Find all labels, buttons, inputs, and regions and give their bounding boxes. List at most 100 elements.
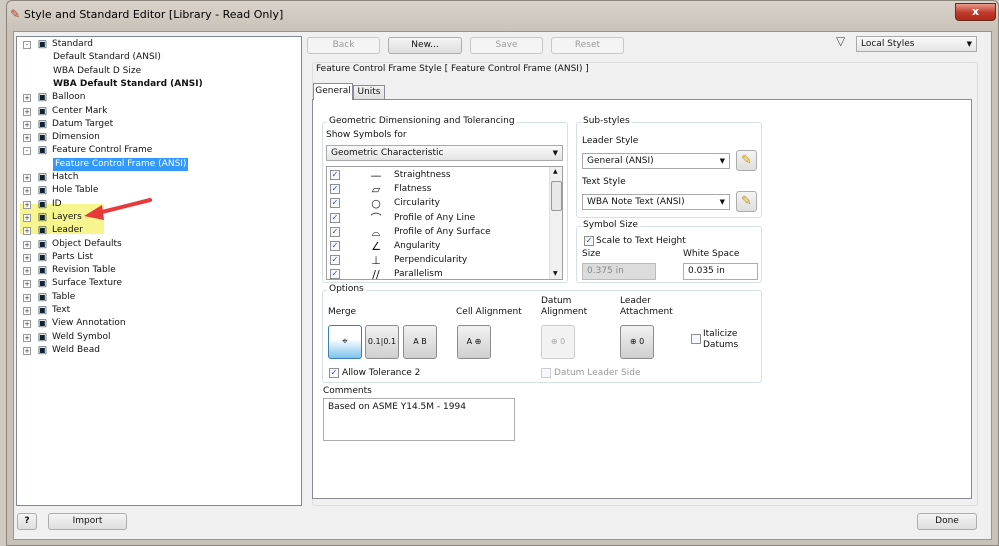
expand-icon[interactable]: + [23,94,31,103]
merge-horizontal-button[interactable]: ⌖ [328,325,362,359]
symbol-checkbox[interactable]: ✓ [330,212,340,223]
edit-text-style-pencil-icon[interactable]: ✎ [736,191,757,212]
symbol-row[interactable]: ✓ ∠ Angularity [327,240,547,254]
leader-attachment-button[interactable]: ⊕ 0 [620,325,654,359]
symbol-glyph-icon: ⌒ [370,211,382,225]
leader-icon: ▣ [37,225,48,237]
symbol-row[interactable]: ✓ ▱ Flatness [327,183,547,197]
scroll-up-icon[interactable]: ▲ [553,168,558,175]
italicize-datums-checkbox[interactable] [691,334,701,344]
symbol-label: Angularity [394,241,441,251]
back-button[interactable]: Back [307,37,380,54]
symbol-checkbox[interactable]: ✓ [330,226,340,237]
tree-item-label: Text [52,305,71,315]
close-button[interactable]: x [955,3,996,21]
tab-general[interactable]: General [313,83,353,100]
symbol-checkbox[interactable]: ✓ [330,170,340,180]
scroll-down-icon[interactable]: ▼ [553,270,558,277]
scale-to-text-height-checkbox[interactable]: ✓ [584,236,594,246]
expand-icon[interactable]: + [23,280,31,289]
collapse-icon[interactable]: - [23,147,31,156]
window-title: Style and Standard Editor [Library - Rea… [24,8,284,21]
filter-icon[interactable]: ▽ [836,34,845,48]
expand-icon[interactable]: + [23,213,31,222]
symbols-scrollbar[interactable]: ▲ ▼ [549,167,562,279]
scroll-thumb[interactable] [551,181,562,211]
symbol-row[interactable]: ✓ ⊥ Perpendicularity [327,254,547,268]
symbol-checkbox[interactable]: ✓ [330,184,340,195]
options-label: Options [327,284,366,294]
symbol-row[interactable]: ✓ ⌒ Profile of Any Line [327,212,547,226]
tab-units[interactable]: Units [353,85,385,99]
expand-icon[interactable]: + [23,253,31,262]
new-button[interactable]: New... [388,37,462,54]
expand-icon[interactable]: + [23,187,31,196]
expand-icon[interactable]: + [23,227,31,236]
tree-item-label: Hole Table [52,185,99,196]
allow-tolerance-2-label: Allow Tolerance 2 [342,368,421,378]
expand-icon[interactable]: + [23,346,31,355]
style-filter-dropdown[interactable]: Local Styles ▼ [856,36,977,52]
tree-item-label: Parts List [52,251,94,262]
style-title: Feature Control Frame Style [ Feature Co… [314,64,591,74]
expand-icon[interactable]: + [23,320,31,329]
expand-icon[interactable]: + [23,174,31,182]
symbol-label: Profile of Any Surface [394,226,491,237]
show-symbols-label: Show Symbols for [326,130,407,140]
leader-attachment-label: Leader Attachment [620,296,673,317]
size-label: Size [582,249,601,259]
datum-leader-side-checkbox[interactable] [541,368,551,378]
text-style-value: WBA Note Text (ANSI) [587,197,685,207]
tree-item-label: Surface Texture [52,278,123,289]
done-button[interactable]: Done [917,513,977,530]
expand-icon[interactable]: + [23,307,31,315]
size-input[interactable]: 0.375 in [582,263,656,280]
expand-icon[interactable]: + [23,333,31,342]
hole-table-icon: ▣ [37,185,48,197]
datum-alignment-button[interactable]: ⊕ 0 [541,325,575,359]
expand-icon[interactable]: + [23,267,31,276]
symbol-label: Flatness [394,184,432,195]
symbol-checkbox[interactable]: ✓ [330,269,340,279]
symbol-checkbox[interactable]: ✓ [330,198,340,209]
show-symbols-dropdown[interactable]: Geometric Characteristic ▼ [326,145,563,161]
symbol-row[interactable]: ✓ ○ Circularity [327,197,547,211]
symbol-checkbox[interactable]: ✓ [330,255,340,266]
merge-vertical-tolerance-button[interactable]: 0.1|0.1 [365,325,399,359]
comments-label: Comments [323,386,372,396]
symbols-list[interactable]: ✓ — Straightness ✓ ▱ Flatness ✓ ○ Circularity ✓ ⌒ P… [326,166,563,280]
text-style-dropdown[interactable]: WBA Note Text (ANSI) ▼ [582,194,730,210]
expand-icon[interactable]: + [23,240,31,249]
tree-item-label: Layers [52,211,82,222]
symbol-row[interactable]: ✓ ⌓ Profile of Any Surface [327,226,547,240]
expand-icon[interactable]: + [23,200,31,209]
cell-alignment-button[interactable]: A ⊕ [457,325,491,359]
symbol-label: Parallelism [394,269,443,280]
layers-icon: ▣ [37,211,48,223]
leader-style-label: Leader Style [582,136,639,146]
comments-textarea[interactable]: Based on ASME Y14.5M - 1994 [323,398,515,441]
id-icon: ▣ [37,198,48,210]
hatch-icon: ▣ [37,172,48,183]
collapse-icon[interactable]: - [23,41,31,49]
standard-icon: ▣ [37,39,48,50]
chevron-down-icon: ▼ [552,149,558,157]
expand-icon[interactable]: + [23,120,31,129]
import-button[interactable]: Import [48,513,127,530]
expand-icon[interactable]: + [23,293,31,302]
reset-button[interactable]: Reset [551,37,624,54]
symbol-row[interactable]: ✓ ∕∕ Parallelism [327,268,547,280]
symbol-row[interactable]: ✓ — Straightness [327,169,547,183]
leader-style-dropdown[interactable]: General (ANSI) ▼ [582,153,730,169]
white-space-input[interactable]: 0.035 in [683,263,758,280]
edit-leader-style-pencil-icon[interactable]: ✎ [736,150,757,171]
allow-tolerance-2-checkbox[interactable]: ✓ [329,368,339,378]
merge-vertical-datum-button[interactable]: A B [403,325,437,359]
gdt-group-label: Geometric Dimensioning and Tolerancing [327,116,517,126]
tree-item-label: Feature Control Frame [52,145,153,156]
expand-icon[interactable]: + [23,107,31,116]
save-button[interactable]: Save [470,37,543,54]
symbol-checkbox[interactable]: ✓ [330,241,340,251]
expand-icon[interactable]: + [23,134,31,143]
help-button[interactable]: ? [17,513,37,530]
